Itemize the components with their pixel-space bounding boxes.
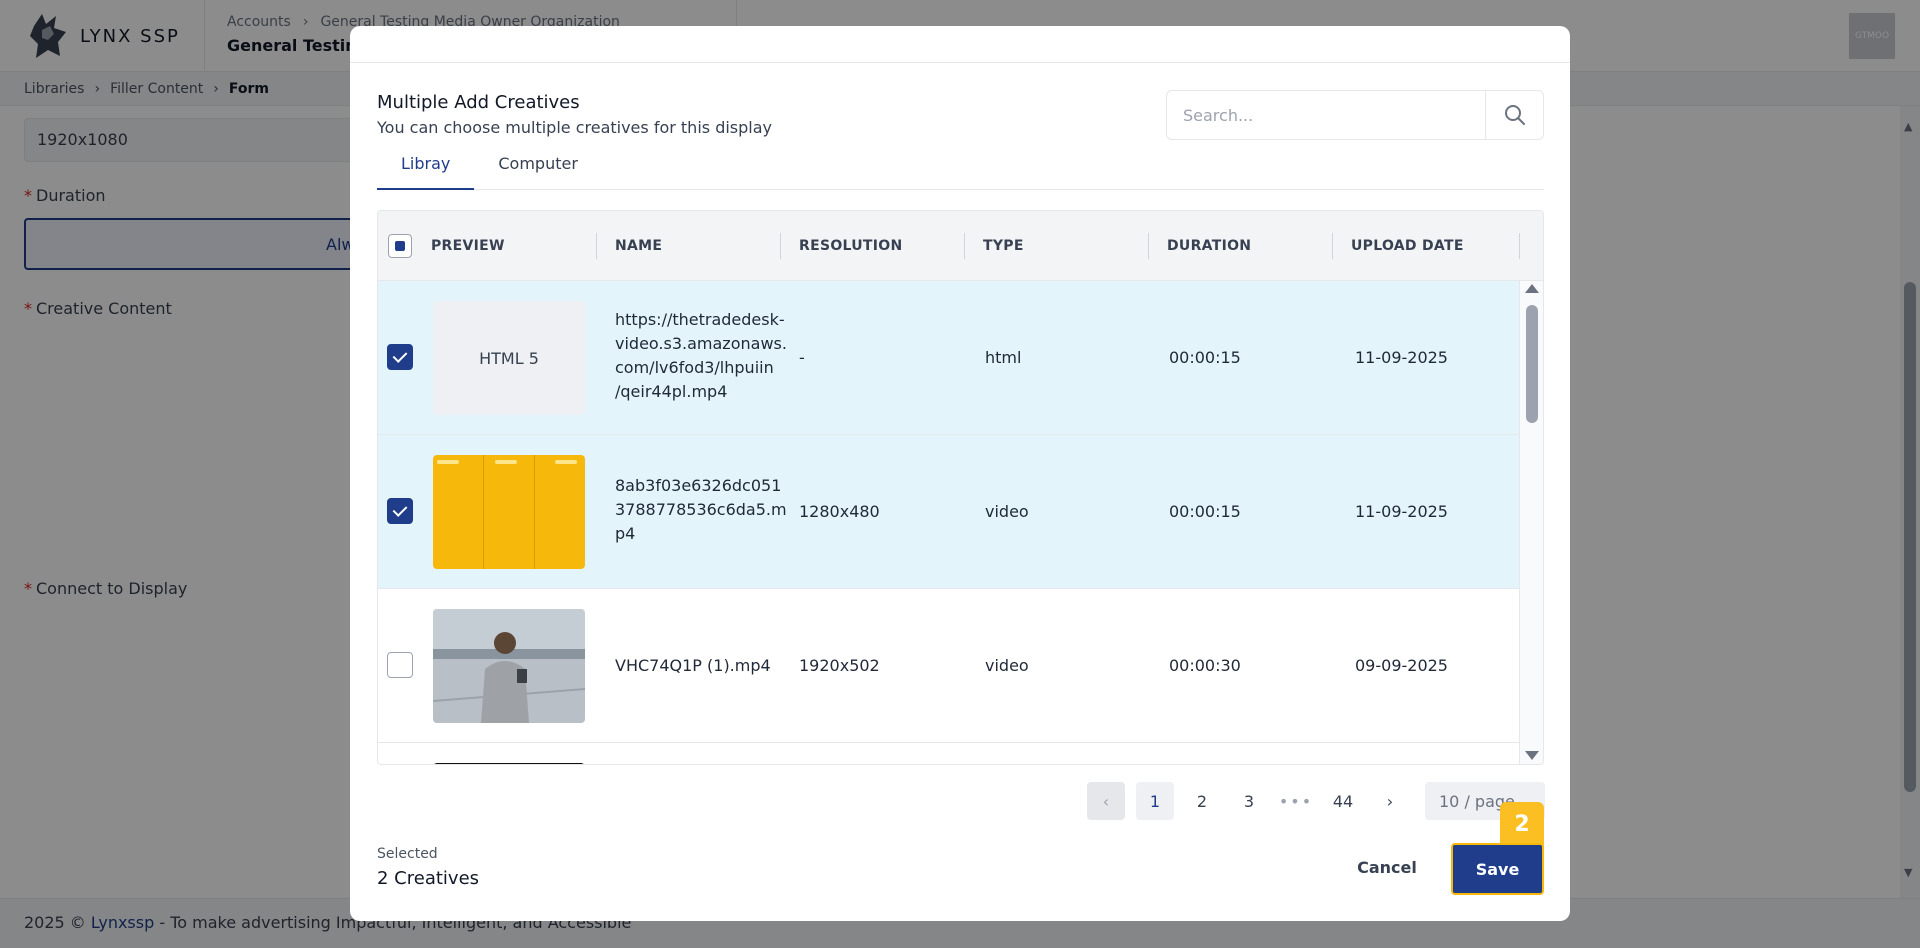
creative-name: https://thetradedesk- video.s3.amazonaws…: [615, 308, 787, 404]
preview-thumbnail: HTML 5: [433, 301, 585, 415]
search-button[interactable]: [1485, 91, 1543, 139]
scrollbar-thumb[interactable]: [1526, 305, 1538, 423]
creative-name: 8ab3f03e6326dc051 3788778536c6da5.m p4: [615, 474, 787, 546]
column-divider: [1148, 233, 1149, 259]
search-icon: [1504, 105, 1525, 125]
pagination-ellipsis[interactable]: •••: [1277, 782, 1315, 820]
creative-upload-date: 09-09-2025: [1355, 656, 1448, 675]
scroll-down-icon[interactable]: [1525, 751, 1539, 760]
name-line: com/lv6fod3/lhpuiin: [615, 358, 774, 377]
source-tabs: Libray Computer: [377, 152, 1544, 190]
modal-title: Multiple Add Creatives: [377, 92, 580, 113]
creative-resolution: -: [799, 348, 805, 367]
tab-library[interactable]: Libray: [377, 152, 475, 190]
pagination-page-3[interactable]: 3: [1230, 782, 1268, 820]
name-line: video.s3.amazonaws.: [615, 334, 787, 353]
creative-type: html: [985, 348, 1022, 367]
column-header-preview: PREVIEW: [431, 238, 505, 254]
thumbnail-logo: [495, 460, 517, 464]
search-input[interactable]: [1167, 91, 1485, 139]
table-row[interactable]: [378, 743, 1519, 764]
preview-thumbnail: [433, 455, 585, 569]
table-row[interactable]: 8ab3f03e6326dc051 3788778536c6da5.m p4 1…: [378, 435, 1519, 589]
column-header-type: TYPE: [983, 238, 1024, 254]
scroll-up-icon[interactable]: [1525, 284, 1539, 293]
thumbnail-divider: [534, 455, 535, 569]
name-line: https://thetradedesk-: [615, 310, 785, 329]
creative-duration: 00:00:15: [1169, 502, 1241, 521]
name-line: 3788778536c6da5.m: [615, 500, 787, 519]
table-row[interactable]: VHC74Q1P (1).mp4 1920x502 video 00:00:30…: [378, 589, 1519, 743]
row-checkbox[interactable]: [387, 652, 413, 678]
modal-subtitle: You can choose multiple creatives for th…: [377, 118, 772, 137]
divider: [350, 62, 1570, 63]
creative-duration: 00:00:30: [1169, 656, 1241, 675]
creative-duration: 00:00:15: [1169, 348, 1241, 367]
table-scrollbar[interactable]: [1519, 281, 1543, 764]
creative-resolution: 1280x480: [799, 502, 880, 521]
column-header-resolution: RESOLUTION: [799, 238, 903, 254]
pagination-page-44[interactable]: 44: [1324, 782, 1362, 820]
table-row[interactable]: HTML 5 https://thetradedesk- video.s3.am…: [378, 281, 1519, 435]
person-photo-icon: [433, 609, 585, 723]
step-badge: 2: [1500, 802, 1544, 846]
table-body: HTML 5 https://thetradedesk- video.s3.am…: [378, 281, 1519, 764]
creatives-table: PREVIEW NAME RESOLUTION TYPE DURATION UP…: [377, 210, 1544, 765]
thumbnail-logo: [555, 460, 577, 464]
column-divider: [1332, 233, 1333, 259]
thumbnail-logo: [437, 460, 459, 464]
creative-resolution: 1920x502: [799, 656, 880, 675]
creative-upload-date: 11-09-2025: [1355, 502, 1448, 521]
creative-name: VHC74Q1P (1).mp4: [615, 656, 771, 675]
thumbnail-divider: [483, 455, 484, 569]
table-header: PREVIEW NAME RESOLUTION TYPE DURATION UP…: [378, 211, 1543, 281]
column-divider: [780, 233, 781, 259]
creative-type: video: [985, 656, 1029, 675]
chevron-left-icon: ‹: [1102, 791, 1110, 811]
column-divider: [596, 233, 597, 259]
pagination-page-1[interactable]: 1: [1136, 782, 1174, 820]
preview-label: HTML 5: [479, 348, 539, 368]
column-header-upload-date: UPLOAD DATE: [1351, 238, 1464, 254]
name-line: 8ab3f03e6326dc051: [615, 476, 782, 495]
row-checkbox[interactable]: [387, 344, 413, 370]
pagination-next-button[interactable]: ›: [1371, 782, 1409, 820]
save-button[interactable]: Save: [1451, 843, 1544, 895]
pagination-prev-button[interactable]: ‹: [1087, 782, 1125, 820]
column-divider: [1519, 233, 1520, 259]
selected-label: Selected: [377, 846, 438, 862]
select-all-checkbox[interactable]: [388, 234, 412, 258]
creative-upload-date: 11-09-2025: [1355, 348, 1448, 367]
preview-thumbnail: [433, 609, 585, 723]
name-line: /qeir44pl.mp4: [615, 382, 728, 401]
multiple-add-creatives-modal: Multiple Add Creatives You can choose mu…: [350, 26, 1570, 921]
pagination-page-2[interactable]: 2: [1183, 782, 1221, 820]
search-box: [1166, 90, 1544, 140]
preview-thumbnail: [433, 763, 585, 764]
name-line: p4: [615, 524, 636, 543]
selected-count: 2 Creatives: [377, 868, 480, 889]
chevron-right-icon: ›: [1386, 791, 1394, 811]
creative-type: video: [985, 502, 1029, 521]
column-header-duration: DURATION: [1167, 238, 1252, 254]
tab-computer[interactable]: Computer: [474, 152, 602, 190]
column-header-name: NAME: [615, 238, 663, 254]
column-divider: [964, 233, 965, 259]
row-checkbox[interactable]: [387, 498, 413, 524]
cancel-button[interactable]: Cancel: [1342, 845, 1432, 889]
